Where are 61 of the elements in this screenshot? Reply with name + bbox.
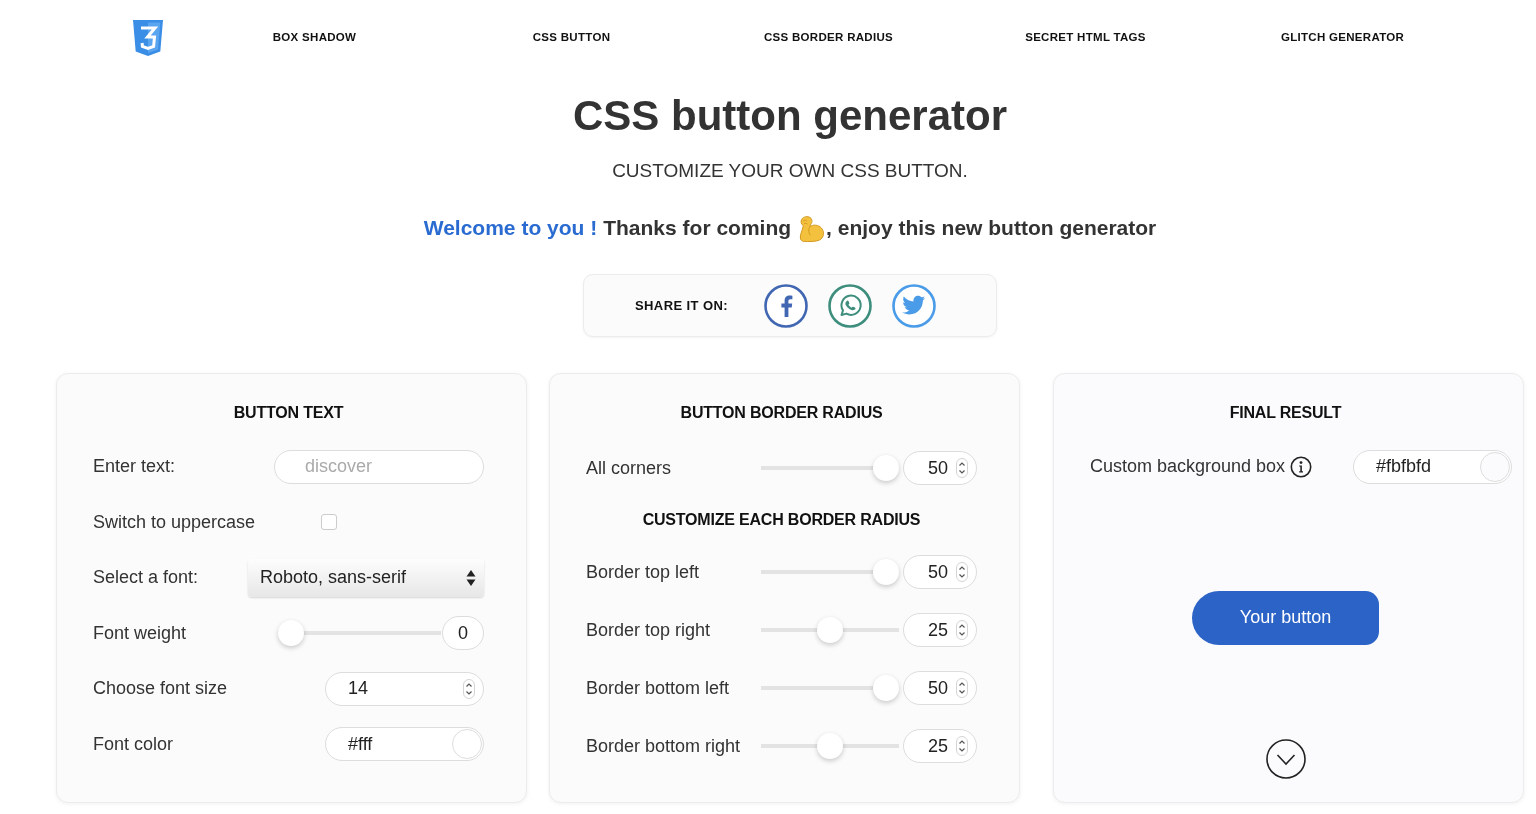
number-field[interactable]: 50 — [903, 451, 977, 485]
text-field[interactable]: discover — [274, 449, 484, 484]
number-field[interactable]: 0 — [442, 616, 484, 651]
number-field[interactable]: 25 — [903, 613, 977, 647]
stepper-arrows-icon[interactable] — [956, 678, 968, 698]
slider-thumb[interactable] — [278, 620, 304, 647]
color-swatch-icon[interactable] — [1480, 451, 1510, 482]
panel-title: BUTTON TEXT — [233, 403, 344, 423]
slider-thumb[interactable] — [873, 559, 899, 585]
flexed-arm-icon — [797, 214, 826, 242]
field-label: Font color — [93, 732, 174, 756]
twitter-icon[interactable] — [891, 283, 936, 328]
share-label: SHARE IT ON: — [635, 296, 728, 315]
field-label: Switch to uppercase — [93, 510, 256, 534]
slider-thumb[interactable] — [873, 455, 899, 481]
shield-logo-icon[interactable] — [133, 20, 163, 56]
stepper-arrows-icon[interactable] — [956, 458, 968, 478]
welcome-text: Thanks for coming — [603, 215, 792, 241]
facebook-icon[interactable] — [763, 283, 808, 328]
slider-thumb[interactable] — [873, 675, 899, 701]
stepper-arrows-icon[interactable] — [956, 736, 968, 756]
nav-link[interactable]: BOX SHADOW — [272, 29, 357, 47]
font-select[interactable]: Roboto, sans-serif — [248, 558, 484, 597]
color-field[interactable]: #fff — [325, 727, 484, 762]
panel-title: BUTTON BORDER RADIUS — [680, 403, 883, 423]
field-label: Border bottom left — [586, 676, 730, 700]
field-label: All corners — [586, 456, 672, 480]
color-field[interactable]: #fbfbfd — [1353, 449, 1512, 484]
preview-button[interactable]: Your button — [1192, 590, 1379, 645]
field-label: Font weight — [93, 621, 187, 645]
welcome-greeting: Welcome to you ! — [423, 215, 598, 241]
number-field[interactable]: 50 — [903, 671, 977, 705]
field-label: Border top right — [586, 618, 711, 642]
field-label: Border top left — [586, 560, 700, 584]
color-swatch-icon[interactable] — [452, 729, 482, 760]
slider-thumb[interactable] — [817, 733, 843, 759]
field-label: Choose font size — [93, 677, 228, 701]
stepper-arrows-icon[interactable] — [463, 678, 475, 699]
field-label: Enter text: — [93, 455, 176, 479]
field-label: Custom background box — [1090, 455, 1286, 479]
slider-thumb[interactable] — [817, 617, 843, 643]
chevron-down-circle-icon[interactable] — [1265, 738, 1306, 779]
field-label: Select a font: — [93, 566, 199, 590]
stepper-arrows-icon[interactable] — [956, 562, 968, 582]
page-title: CSS button generator — [573, 91, 1007, 141]
nav-link[interactable]: GLITCH GENERATOR — [1280, 29, 1405, 47]
number-field[interactable]: 14 — [325, 671, 484, 706]
panel-title: FINAL RESULT — [1229, 403, 1342, 423]
stepper-arrows-icon[interactable] — [956, 620, 968, 640]
up-down-arrows-icon — [466, 568, 476, 587]
section-heading: CUSTOMIZE EACH BORDER RADIUS — [642, 510, 921, 530]
page-subtitle: CUSTOMIZE YOUR OWN CSS BUTTON. — [612, 159, 968, 183]
whatsapp-icon[interactable] — [827, 283, 872, 328]
welcome-text: , enjoy this new button generator — [826, 215, 1157, 241]
nav-link[interactable]: SECRET HTML TAGS — [1025, 29, 1146, 47]
number-field[interactable]: 50 — [903, 555, 977, 589]
nav-link[interactable]: CSS BUTTON — [532, 29, 611, 47]
checkbox[interactable] — [321, 514, 337, 531]
field-label: Border bottom right — [586, 734, 741, 758]
nav-link[interactable]: CSS BORDER RADIUS — [763, 29, 894, 47]
number-field[interactable]: 25 — [903, 729, 977, 763]
